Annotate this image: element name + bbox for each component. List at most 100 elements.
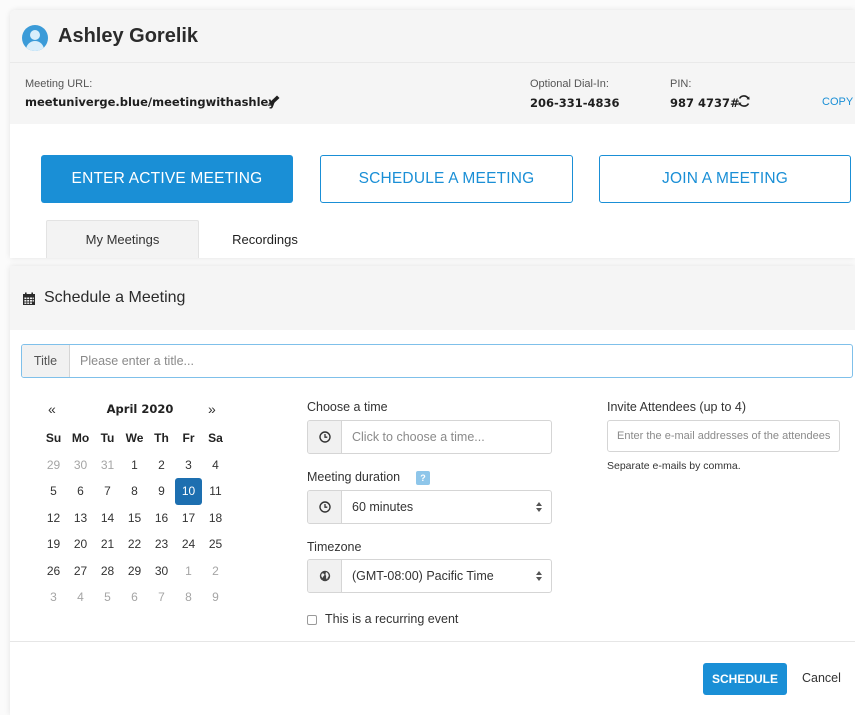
invite-attendees-label: Invite Attendees (up to 4) [607,400,746,414]
calendar-day[interactable]: 11 [202,478,229,505]
calendar-weekday-header: Su [45,431,62,446]
calendar-day[interactable]: 30 [67,452,94,479]
duration-value: 60 minutes [352,500,414,514]
calendar-day[interactable]: 30 [148,558,175,585]
calendar-day[interactable]: 3 [40,584,67,611]
schedule-a-meeting-button[interactable]: SCHEDULE A MEETING [320,155,573,203]
calendar-day[interactable]: 19 [40,531,67,558]
calendar-day[interactable]: 3 [175,452,202,479]
calendar-weekday-header: Fr [182,431,195,446]
calendar-day[interactable]: 27 [67,558,94,585]
timezone-select[interactable]: (GMT-08:00) Pacific Time [307,559,552,593]
calendar-day[interactable]: 16 [148,505,175,532]
timezone-value: (GMT-08:00) Pacific Time [352,569,494,583]
schedule-panel-title: Schedule a Meeting [44,289,186,306]
calendar-day[interactable]: 15 [121,505,148,532]
calendar-weekday-header: We [125,431,144,446]
title-addon-label: Title [22,345,70,377]
info-help-icon[interactable]: ? [416,471,430,485]
pin-value: 987 4737# [670,96,740,110]
user-avatar-icon [22,25,48,51]
timezone-label: Timezone [307,540,362,554]
clock-icon [308,421,342,453]
select-arrows-icon [536,502,542,512]
calendar-day[interactable]: 20 [67,531,94,558]
account-header: Ashley Gorelik Meeting URL: meetuniverge… [10,10,855,258]
duration-select[interactable]: 60 minutes [307,490,552,524]
calendar-icon [23,292,35,305]
join-a-meeting-button[interactable]: JOIN A MEETING [599,155,851,203]
clock-icon [308,491,342,523]
title-input[interactable] [80,345,840,377]
duration-label: Meeting duration [307,470,401,484]
calendar-day-selected[interactable]: 10 [175,478,202,505]
calendar-prev-month-button[interactable]: « [48,401,56,417]
calendar-weekday-header: Mo [71,431,90,446]
calendar-day[interactable]: 5 [94,584,121,611]
calendar-weekday-header: Th [154,431,169,446]
calendar-day[interactable]: 29 [40,452,67,479]
calendar-day[interactable]: 23 [148,531,175,558]
invite-attendees-input[interactable] [607,420,840,452]
calendar-day[interactable]: 8 [121,478,148,505]
meeting-url-value: meetuniverge.blue/meetingwithashley [25,95,276,109]
footer-divider [10,641,855,642]
calendar-day[interactable]: 28 [94,558,121,585]
calendar-day[interactable]: 6 [121,584,148,611]
calendar-day[interactable]: 14 [94,505,121,532]
meeting-info-row: Meeting URL: meetuniverge.blue/meetingwi… [10,62,855,124]
calendar-day[interactable]: 1 [121,452,148,479]
calendar-day[interactable]: 18 [202,505,229,532]
calendar-day[interactable]: 1 [175,558,202,585]
calendar-weekday-header: Sa [208,431,223,446]
date-picker-calendar: « April 2020 » Su Mo Tu We Th Fr Sa 29 30 31 1 2 3 4 5… [32,401,232,611]
calendar-day[interactable]: 9 [148,478,175,505]
user-name: Ashley Gorelik [58,25,199,47]
calendar-day[interactable]: 25 [202,531,229,558]
calendar-weekday-header: Tu [100,431,115,446]
calendar-day[interactable]: 17 [175,505,202,532]
time-placeholder: Click to choose a time... [352,430,485,444]
dialin-label: Optional Dial-In: [530,78,609,90]
invite-hint: Separate e-mails by comma. [607,460,741,472]
cancel-button[interactable]: Cancel [802,671,841,685]
calendar-grid: Su Mo Tu We Th Fr Sa 29 30 31 1 2 3 4 5 6 7 8 9 10 11 12 13 14 1… [40,425,229,611]
calendar-day[interactable]: 8 [175,584,202,611]
tab-my-meetings[interactable]: My Meetings [46,220,199,258]
calendar-day[interactable]: 13 [67,505,94,532]
calendar-day[interactable]: 12 [40,505,67,532]
time-label: Choose a time [307,400,388,414]
schedule-meeting-panel: Schedule a Meeting Title « April 2020 » … [10,266,855,715]
calendar-day[interactable]: 5 [40,478,67,505]
tab-recordings[interactable]: Recordings [215,220,315,258]
calendar-day[interactable]: 24 [175,531,202,558]
pin-label: PIN: [670,78,692,90]
meeting-url-label: Meeting URL: [25,78,93,90]
calendar-day[interactable]: 31 [94,452,121,479]
calendar-day[interactable]: 4 [202,452,229,479]
recurring-label: This is a recurring event [325,612,459,626]
calendar-day[interactable]: 26 [40,558,67,585]
pencil-icon[interactable] [266,94,282,108]
calendar-month-title[interactable]: April 2020 [80,402,200,416]
select-arrows-icon [536,571,542,581]
refresh-icon[interactable] [737,94,751,108]
calendar-day[interactable]: 2 [202,558,229,585]
user-row: Ashley Gorelik [10,10,855,62]
calendar-day[interactable]: 7 [94,478,121,505]
recurring-checkbox[interactable] [307,615,317,625]
calendar-day[interactable]: 2 [148,452,175,479]
globe-icon [308,560,342,592]
enter-active-meeting-button[interactable]: ENTER ACTIVE MEETING [41,155,293,203]
calendar-day[interactable]: 4 [67,584,94,611]
calendar-day[interactable]: 29 [121,558,148,585]
calendar-day[interactable]: 6 [67,478,94,505]
calendar-day[interactable]: 9 [202,584,229,611]
time-picker-input[interactable]: Click to choose a time... [307,420,552,454]
copy-button[interactable]: COPY [822,96,853,108]
calendar-next-month-button[interactable]: » [208,401,216,417]
schedule-button[interactable]: SCHEDULE [703,663,787,695]
calendar-day[interactable]: 21 [94,531,121,558]
calendar-day[interactable]: 22 [121,531,148,558]
calendar-day[interactable]: 7 [148,584,175,611]
